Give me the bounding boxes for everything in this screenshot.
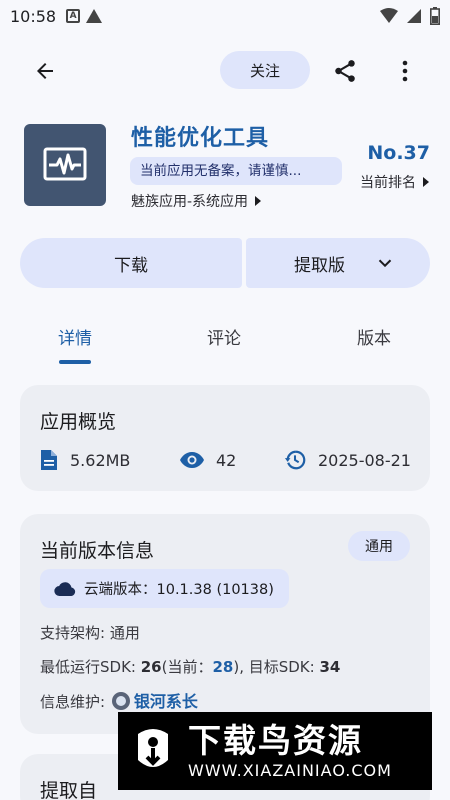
file-icon xyxy=(41,450,57,470)
bird-logo-icon xyxy=(118,712,188,790)
overview-title: 应用概览 xyxy=(40,411,117,433)
more-vert-icon xyxy=(402,60,408,82)
back-arrow-icon xyxy=(37,63,53,79)
download-actions: 下载 提取版 xyxy=(20,238,430,288)
app-header: 性能优化工具 当前应用无备案，请谨慎... 魅族应用-系统应用 No.37 当前… xyxy=(0,118,450,218)
a-box-icon: A xyxy=(66,9,81,23)
signal-icon xyxy=(407,9,421,23)
tab-comments[interactable]: 评论 xyxy=(207,324,241,349)
date-value: 2025-08-21 xyxy=(318,450,411,470)
arrow-right-icon xyxy=(423,177,429,187)
general-badge: 通用 xyxy=(348,531,410,561)
arch-line: 支持架构: 通用 xyxy=(40,622,140,643)
overview-card: 应用概览 5.62MB 42 2025-08-21 xyxy=(20,385,430,491)
extract-version-button[interactable]: 提取版 xyxy=(246,238,430,288)
download-button[interactable]: 下载 xyxy=(20,238,242,288)
filing-notice[interactable]: 当前应用无备案，请谨慎... xyxy=(130,157,342,185)
warning-icon xyxy=(86,9,103,23)
app-icon xyxy=(24,124,106,206)
follow-button[interactable]: 关注 xyxy=(220,51,310,89)
cloud-version-chip: 云端版本：10.1.38 (10138) xyxy=(40,569,289,608)
maintainer-link[interactable]: 银河系长 xyxy=(134,692,198,711)
wifi-icon xyxy=(380,8,398,23)
overview-stats: 5.62MB 42 2025-08-21 xyxy=(40,445,420,475)
sdk-target: 34 xyxy=(319,658,341,676)
tab-details[interactable]: 详情 xyxy=(58,324,92,349)
rank-link[interactable]: 当前排名 xyxy=(360,172,430,192)
extract-source-title: 提取自 xyxy=(40,780,98,800)
sdk-label: 最低运行SDK: xyxy=(40,658,141,676)
rank-label: 当前排名 xyxy=(360,175,416,191)
extract-label: 提取版 xyxy=(294,255,345,276)
maintainer-line: 信息维护: 银河系长 xyxy=(40,688,198,712)
watermark-banner: 下载鸟资源 WWW.XIAZAINIAO.COM xyxy=(118,712,432,790)
category-link[interactable]: 魅族应用-系统应用 xyxy=(131,191,262,211)
share-icon xyxy=(335,60,355,82)
pulse-monitor-icon xyxy=(43,147,87,181)
category-label: 魅族应用-系统应用 xyxy=(131,194,249,210)
sdk-target-label: , 目标SDK: xyxy=(239,658,320,676)
date-stat: 2025-08-21 xyxy=(284,449,411,471)
watermark-url: WWW.XIAZAINIAO.COM xyxy=(188,761,392,780)
tab-bar: 详情 评论 版本 xyxy=(0,318,450,366)
app-name: 性能优化工具 xyxy=(131,126,270,151)
chevron-down-icon xyxy=(378,259,392,268)
views-value: 42 xyxy=(216,450,237,470)
eye-icon xyxy=(180,452,204,468)
tab-indicator xyxy=(59,360,91,364)
views-stat: 42 xyxy=(180,451,284,470)
sdk-min: 26 xyxy=(140,658,162,676)
size-stat: 5.62MB xyxy=(40,449,180,471)
version-info-title: 当前版本信息 xyxy=(40,540,155,562)
watermark-title: 下载鸟资源 xyxy=(188,721,363,760)
share-button[interactable] xyxy=(326,52,364,90)
watermark-text: 下载鸟资源 WWW.XIAZAINIAO.COM xyxy=(188,721,392,781)
battery-icon xyxy=(430,7,440,25)
cloud-version-value: 10.1.38 (10138) xyxy=(156,582,274,598)
status-bar: 10:58 A xyxy=(0,0,450,32)
sdk-current: 28 xyxy=(212,658,234,676)
avatar xyxy=(111,692,130,710)
arrow-right-icon xyxy=(255,196,262,206)
back-button[interactable] xyxy=(26,52,64,90)
cloud-version-text: 云端版本：10.1.38 (10138) xyxy=(84,582,274,598)
maintainer-label: 信息维护: xyxy=(40,693,110,711)
version-info-card: 当前版本信息 通用 云端版本：10.1.38 (10138) 支持架构: 通用 … xyxy=(20,514,430,734)
more-options-button[interactable] xyxy=(386,52,424,90)
status-time: 10:58 xyxy=(10,6,57,26)
arch-value: 通用 xyxy=(109,624,140,642)
sdk-line: 最低运行SDK: 26(当前：28), 目标SDK: 34 xyxy=(40,658,341,676)
rank-value: No.37 xyxy=(367,142,430,164)
size-value: 5.62MB xyxy=(70,450,131,470)
tab-versions[interactable]: 版本 xyxy=(357,324,391,349)
history-icon xyxy=(284,450,306,470)
cloud-icon xyxy=(54,581,76,596)
arch-label: 支持架构: xyxy=(40,624,110,642)
top-toolbar: 关注 xyxy=(0,44,450,96)
